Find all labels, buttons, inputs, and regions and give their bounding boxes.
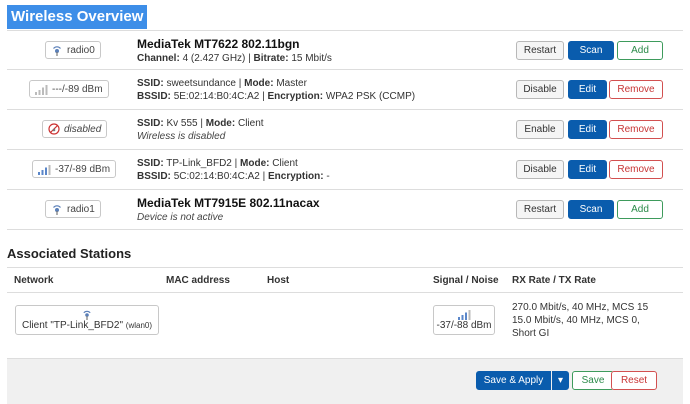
enable-button[interactable]: Enable <box>516 120 564 139</box>
station-tx-rate-extra: Short GI <box>512 328 550 339</box>
radio-info: MediaTek MT7915E 802.11nacax Device is n… <box>137 196 320 224</box>
station-signal-badge: -37/-88 dBm <box>433 305 495 335</box>
radio-status: Device is not active <box>137 212 224 223</box>
column-header-signal: Signal / Noise <box>433 275 499 286</box>
restart-button[interactable]: Restart <box>516 200 564 219</box>
station-tx-rate: 15.0 Mbit/s, 40 MHz, MCS 0, <box>512 315 640 326</box>
disabled-wifi-icon <box>48 123 60 135</box>
column-header-network: Network <box>14 275 54 286</box>
column-header-rate: RX Rate / TX Rate <box>512 275 596 286</box>
add-button[interactable]: Add <box>617 200 663 219</box>
radio-icon <box>53 205 61 215</box>
remove-button[interactable]: Remove <box>609 120 663 139</box>
station-iface: (wlan0) <box>125 321 153 330</box>
network-info: SSID: sweetsundance | Mode: Master BSSID… <box>137 78 416 102</box>
table-row: Client "TP-Link_BFD2" (wlan0) -37/-88 dB… <box>7 293 683 359</box>
radio-title: MediaTek MT7622 802.11bgn <box>137 37 300 51</box>
column-header-mac: MAC address <box>166 275 230 286</box>
edit-button[interactable]: Edit <box>568 160 607 179</box>
radio-row: radio1 MediaTek MT7915E 802.11nacax Devi… <box>7 190 683 230</box>
signal-icon <box>457 310 470 320</box>
remove-button[interactable]: Remove <box>609 160 663 179</box>
radio-details: Channel: 4 (2.427 GHz) | Bitrate: 15 Mbi… <box>137 53 332 64</box>
network-row: -37/-89 dBm SSID: TP-Link_BFD2 | Mode: C… <box>7 150 683 190</box>
network-info: SSID: Kv 555 | Mode: Client Wireless is … <box>137 118 264 142</box>
station-network-label: Client "TP-Link_BFD2" <box>21 320 123 331</box>
radio-badge-label: radio1 <box>67 203 95 215</box>
signal-badge-label: -37/-89 dBm <box>55 163 111 175</box>
section-title: Associated Stations <box>7 246 132 261</box>
signal-icon <box>38 164 51 175</box>
radio-badge-label: radio0 <box>67 44 95 56</box>
wifi-icon <box>83 310 91 320</box>
signal-badge: ---/-89 dBm <box>29 80 109 98</box>
disabled-badge-label: disabled <box>64 123 102 135</box>
radio-title: MediaTek MT7915E 802.11nacax <box>137 196 320 210</box>
footer-actions: Save & Apply ▾ Save Reset <box>7 359 683 404</box>
station-rate: 270.0 Mbit/s, 40 MHz, MCS 15 15.0 Mbit/s… <box>512 301 648 340</box>
scan-button[interactable]: Scan <box>568 41 614 60</box>
column-header-host: Host <box>267 275 290 286</box>
disable-button[interactable]: Disable <box>516 80 564 99</box>
radio-badge: radio1 <box>45 200 101 218</box>
radio-row: radio0 MediaTek MT7622 802.11bgn Channel… <box>7 30 683 70</box>
stations-table-header: Network MAC address Host Signal / Noise … <box>7 267 683 293</box>
disabled-badge: disabled <box>42 120 108 138</box>
save-apply-button[interactable]: Save & Apply <box>476 371 551 390</box>
network-status: Wireless is disabled <box>137 131 226 142</box>
restart-button[interactable]: Restart <box>516 41 564 60</box>
network-info: SSID: TP-Link_BFD2 | Mode: Client BSSID:… <box>137 158 330 182</box>
add-button[interactable]: Add <box>617 41 663 60</box>
signal-icon <box>35 84 48 95</box>
edit-button[interactable]: Edit <box>568 120 607 139</box>
signal-badge: -37/-89 dBm <box>32 160 117 178</box>
radio-icon <box>53 46 61 56</box>
network-row: disabled SSID: Kv 555 | Mode: Client Wir… <box>7 110 683 150</box>
reset-button[interactable]: Reset <box>611 371 657 390</box>
radio-badge: radio0 <box>45 41 101 59</box>
station-network-badge: Client "TP-Link_BFD2" (wlan0) <box>15 305 159 335</box>
scan-button[interactable]: Scan <box>568 200 614 219</box>
signal-badge-label: ---/-89 dBm <box>52 83 103 95</box>
page-title: Wireless Overview <box>7 5 148 29</box>
remove-button[interactable]: Remove <box>609 80 663 99</box>
station-rx-rate: 270.0 Mbit/s, 40 MHz, MCS 15 <box>512 302 649 313</box>
save-button[interactable]: Save <box>572 371 614 390</box>
radio-info: MediaTek MT7622 802.11bgn Channel: 4 (2.… <box>137 37 332 65</box>
save-apply-dropdown-button[interactable]: ▾ <box>552 371 569 390</box>
station-signal-label: -37/-88 dBm <box>436 320 492 331</box>
network-row: ---/-89 dBm SSID: sweetsundance | Mode: … <box>7 70 683 110</box>
disable-button[interactable]: Disable <box>516 160 564 179</box>
edit-button[interactable]: Edit <box>568 80 607 99</box>
